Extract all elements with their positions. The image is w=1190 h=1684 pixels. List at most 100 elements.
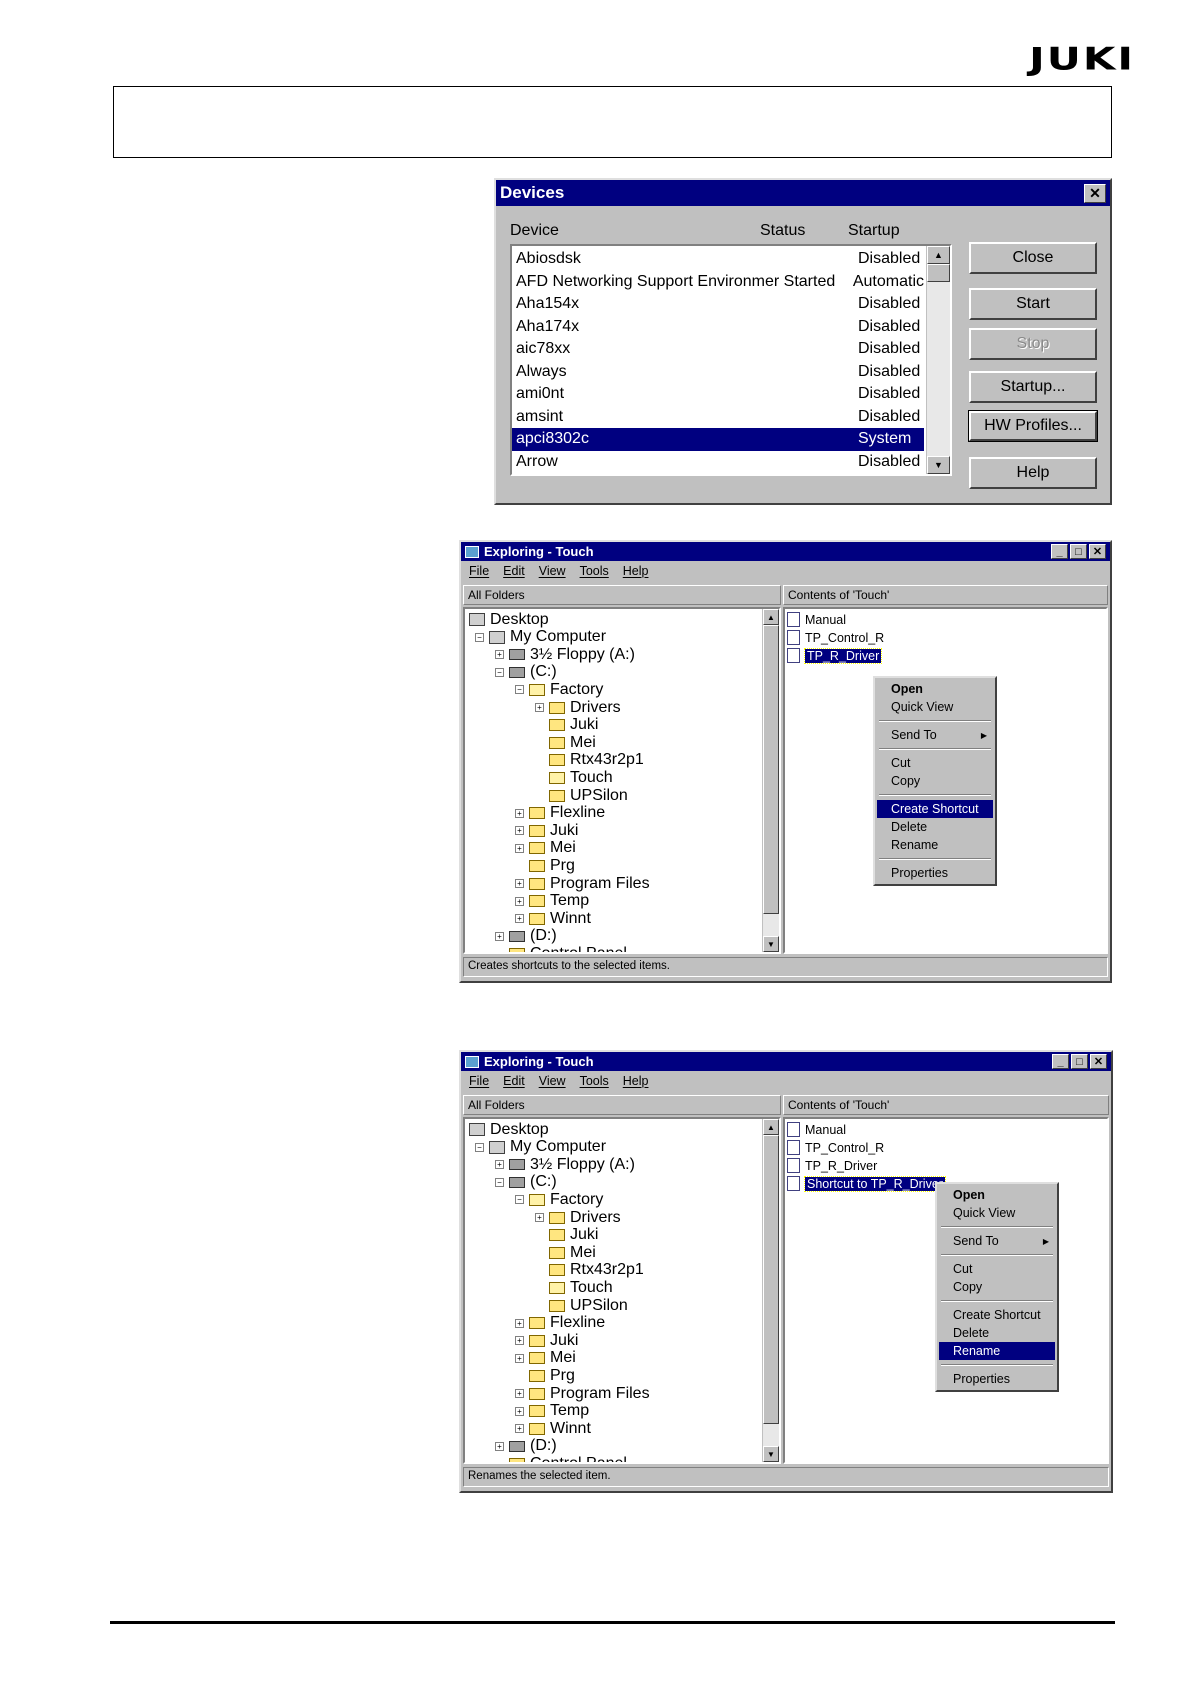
menu-item-send-to[interactable]: Send To ▶ bbox=[939, 1232, 1055, 1250]
tree-node[interactable]: Factory bbox=[529, 681, 603, 698]
menu-item-cut[interactable]: Cut bbox=[939, 1260, 1055, 1278]
tree-node[interactable]: (D:) bbox=[509, 1437, 557, 1455]
tree-node[interactable]: Program Files bbox=[529, 1385, 650, 1402]
menu-item-rename[interactable]: Rename bbox=[877, 836, 993, 854]
scroll-thumb[interactable] bbox=[763, 1135, 779, 1424]
expand-icon[interactable]: + bbox=[515, 843, 524, 853]
tree-node[interactable]: UPSilon bbox=[549, 1297, 628, 1314]
hw-profiles-button[interactable]: HW Profiles... bbox=[968, 410, 1098, 442]
tree-node[interactable]: Flexline bbox=[529, 1314, 605, 1332]
scroll-down-icon[interactable]: ▼ bbox=[927, 456, 950, 474]
expand-icon[interactable]: + bbox=[495, 931, 504, 941]
device-row[interactable]: Always Disabled bbox=[512, 361, 924, 384]
scroll-down-icon[interactable]: ▼ bbox=[763, 936, 779, 952]
expand-icon[interactable]: + bbox=[515, 1318, 524, 1328]
menu-help[interactable]: Help bbox=[623, 564, 649, 578]
startup-button[interactable]: Startup... bbox=[969, 371, 1097, 403]
scroll-down-icon[interactable]: ▼ bbox=[763, 1446, 779, 1462]
expand-icon[interactable]: + bbox=[515, 914, 524, 924]
collapse-icon[interactable]: − bbox=[495, 667, 504, 677]
menu-edit[interactable]: Edit bbox=[503, 564, 525, 578]
expand-icon[interactable]: + bbox=[515, 1336, 524, 1346]
scroll-up-icon[interactable]: ▲ bbox=[927, 246, 950, 264]
menu-item-delete[interactable]: Delete bbox=[939, 1324, 1055, 1342]
tree-node[interactable]: Desktop bbox=[469, 611, 549, 628]
tree-node[interactable]: My Computer bbox=[489, 1138, 606, 1156]
scroll-up-icon[interactable]: ▲ bbox=[763, 1119, 779, 1135]
close-button[interactable]: Close bbox=[969, 242, 1097, 274]
menu-item-create-shortcut[interactable]: Create Shortcut bbox=[877, 800, 993, 818]
menu-item-delete[interactable]: Delete bbox=[877, 818, 993, 836]
menu-item-properties[interactable]: Properties bbox=[877, 864, 993, 882]
device-list-scrollbar[interactable]: ▲ ▼ bbox=[926, 246, 950, 474]
maximize-icon[interactable]: □ bbox=[1070, 544, 1087, 559]
expand-icon[interactable]: + bbox=[515, 1353, 524, 1363]
scroll-thumb[interactable] bbox=[763, 625, 779, 914]
expand-icon[interactable]: + bbox=[535, 703, 544, 712]
menu-item-copy[interactable]: Copy bbox=[939, 1278, 1055, 1296]
collapse-icon[interactable]: − bbox=[515, 685, 524, 695]
help-button[interactable]: Help bbox=[969, 457, 1097, 489]
tree-node[interactable]: Juki bbox=[529, 1332, 578, 1349]
menu-item-quick-view[interactable]: Quick View bbox=[877, 698, 993, 716]
tree-node[interactable]: Control Panel bbox=[509, 945, 627, 952]
collapse-icon[interactable]: − bbox=[475, 632, 484, 642]
expand-icon[interactable]: + bbox=[515, 1406, 524, 1416]
tree-node[interactable]: Flexline bbox=[529, 804, 605, 822]
menu-tools[interactable]: Tools bbox=[580, 564, 609, 578]
menu-item-send-to[interactable]: Send To ▶ bbox=[877, 726, 993, 744]
tree-node[interactable]: Juki bbox=[549, 1226, 598, 1244]
tree-node[interactable]: Mei bbox=[549, 734, 596, 751]
menu-help[interactable]: Help bbox=[623, 1074, 649, 1088]
file-item[interactable]: Manual bbox=[787, 1121, 846, 1138]
tree-node[interactable]: (D:) bbox=[509, 927, 557, 945]
menu-file[interactable]: File bbox=[469, 564, 489, 578]
tree-node[interactable]: My Computer bbox=[489, 628, 606, 646]
expand-icon[interactable]: + bbox=[515, 896, 524, 906]
menu-item-open[interactable]: Open bbox=[877, 680, 993, 698]
tree-node[interactable]: Juki bbox=[549, 716, 598, 734]
tree-node[interactable]: Drivers bbox=[549, 699, 621, 716]
tree-node[interactable]: Mei bbox=[549, 1244, 596, 1261]
expand-icon[interactable]: + bbox=[515, 808, 524, 818]
collapse-icon[interactable]: − bbox=[475, 1142, 484, 1152]
close-icon[interactable]: ✕ bbox=[1084, 183, 1106, 203]
device-row[interactable]: Arrow Disabled bbox=[512, 451, 924, 474]
menu-item-rename[interactable]: Rename bbox=[939, 1342, 1055, 1360]
tree-node[interactable]: Desktop bbox=[469, 1121, 549, 1138]
menu-view[interactable]: View bbox=[539, 1074, 566, 1088]
expand-icon[interactable]: + bbox=[495, 650, 504, 660]
menu-item-open[interactable]: Open bbox=[939, 1186, 1055, 1204]
device-row[interactable]: aic78xx Disabled bbox=[512, 338, 924, 361]
device-row[interactable]: Abiosdsk Disabled bbox=[512, 248, 924, 271]
tree-node[interactable]: Program Files bbox=[529, 875, 650, 892]
menu-item-create-shortcut[interactable]: Create Shortcut bbox=[939, 1306, 1055, 1324]
tree-node[interactable]: 3½ Floppy (A:) bbox=[509, 1156, 635, 1173]
collapse-icon[interactable]: − bbox=[495, 1177, 504, 1187]
tree-node[interactable]: UPSilon bbox=[549, 787, 628, 804]
file-item[interactable]: Manual bbox=[787, 611, 846, 628]
stop-button[interactable]: Stop bbox=[969, 328, 1097, 360]
tree-node[interactable]: Mei bbox=[529, 839, 576, 857]
tree-node[interactable]: Drivers bbox=[549, 1209, 621, 1226]
minimize-icon[interactable]: _ bbox=[1051, 544, 1068, 559]
device-row[interactable]: Aha154x Disabled bbox=[512, 293, 924, 316]
tree-node[interactable]: Mei bbox=[529, 1349, 576, 1367]
file-item[interactable]: TP_Control_R bbox=[787, 629, 884, 646]
close-icon[interactable]: ✕ bbox=[1089, 544, 1106, 559]
expand-icon[interactable]: + bbox=[535, 1213, 544, 1222]
expand-icon[interactable]: + bbox=[515, 1389, 524, 1398]
start-button[interactable]: Start bbox=[969, 288, 1097, 320]
tree-node[interactable]: Temp bbox=[529, 1402, 589, 1420]
tree-node[interactable]: Juki bbox=[529, 822, 578, 839]
tree-node[interactable]: 3½ Floppy (A:) bbox=[509, 646, 635, 663]
tree-node[interactable]: (C:) bbox=[509, 663, 557, 681]
tree-node[interactable]: Temp bbox=[529, 892, 589, 910]
tree-node[interactable]: Prg bbox=[529, 857, 575, 874]
close-icon[interactable]: ✕ bbox=[1090, 1054, 1107, 1069]
file-item[interactable]: TP_Control_R bbox=[787, 1139, 884, 1156]
tree-node[interactable]: Winnt bbox=[529, 1420, 591, 1437]
scroll-up-icon[interactable]: ▲ bbox=[763, 609, 779, 625]
folder-tree[interactable]: Desktop − My Computer +3½ Floppy (A:) − (C:) −… bbox=[463, 1117, 781, 1464]
maximize-icon[interactable]: □ bbox=[1071, 1054, 1088, 1069]
